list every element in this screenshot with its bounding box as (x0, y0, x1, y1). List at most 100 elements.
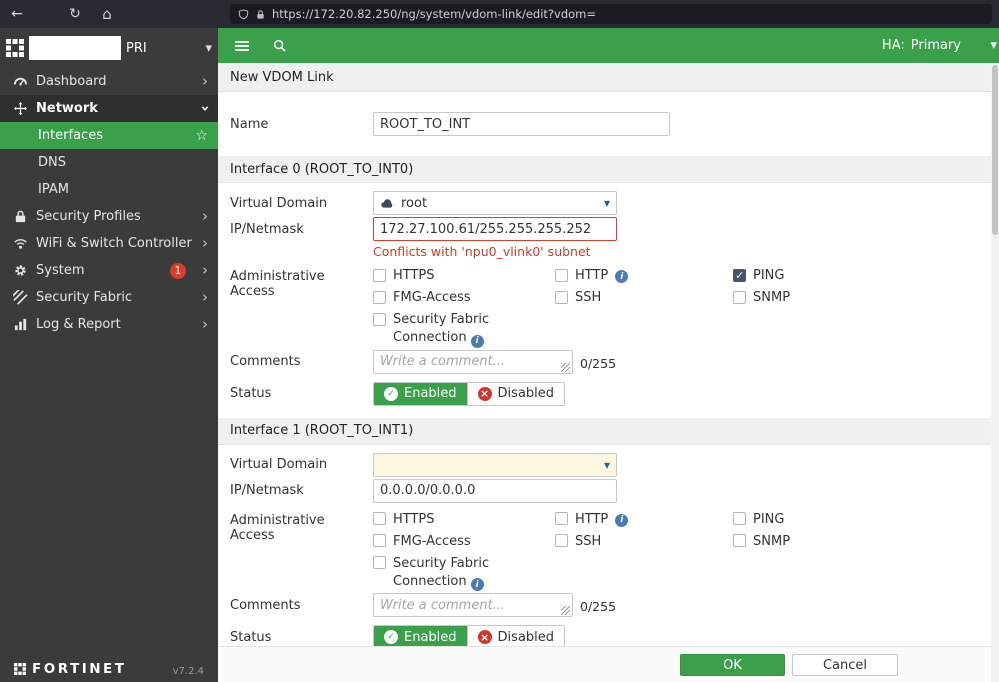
https-checkbox[interactable] (373, 512, 386, 525)
virtual-domain-select-1[interactable] (373, 452, 617, 477)
security-fabric-checkbox[interactable] (373, 312, 386, 326)
chevron-right-icon (202, 74, 208, 89)
search-icon[interactable] (272, 38, 287, 53)
snmp-checkbox[interactable] (733, 534, 746, 547)
firmware-version: v7.2.4 (172, 666, 204, 677)
fmg-access-checkbox[interactable] (373, 534, 386, 547)
scrollbar-thumb[interactable] (992, 65, 998, 235)
status-disabled-button[interactable]: Disabled (466, 382, 565, 405)
status-toggle-0: Enabled Disabled (373, 381, 566, 406)
ok-button[interactable]: OK (680, 654, 785, 676)
fmg-access-label: FMG-Access (393, 290, 471, 305)
sidebar-item-label: Interfaces (38, 128, 103, 143)
comments-label: Comments (230, 597, 301, 613)
sidebar-item-network[interactable]: Network (0, 95, 218, 122)
url-text: https://172.20.82.250/ng/system/vdom-lin… (272, 7, 597, 21)
ssh-option[interactable]: SSH (555, 288, 733, 310)
info-icon[interactable] (470, 578, 484, 591)
sidebar-item-security-fabric[interactable]: Security Fabric (0, 284, 218, 311)
ping-checkbox[interactable] (733, 268, 746, 283)
home-icon[interactable] (96, 0, 118, 28)
status-enabled-button[interactable]: Enabled (374, 382, 467, 405)
fmg-access-option[interactable]: FMG-Access (373, 288, 555, 310)
security-fabric-option[interactable]: Security Fabric Connection (373, 310, 555, 348)
snmp-option[interactable]: SNMP (733, 532, 790, 554)
sidebar-item-log-report[interactable]: Log & Report (0, 311, 218, 338)
https-option[interactable]: HTTPS (373, 266, 555, 288)
fmg-access-checkbox[interactable] (373, 290, 386, 304)
chevron-right-icon (202, 263, 208, 278)
ping-checkbox[interactable] (733, 512, 746, 525)
sidebar-item-label: Network (36, 101, 98, 116)
sidebar-item-system[interactable]: System 1 (0, 257, 218, 284)
sidebar-logo-row[interactable]: PRI (0, 28, 218, 68)
info-icon[interactable] (615, 513, 629, 527)
ssh-option[interactable]: SSH (555, 532, 733, 554)
http-option[interactable]: HTTP (555, 510, 733, 532)
sidebar-item-ipam[interactable]: IPAM (0, 176, 218, 203)
ping-option[interactable]: PING (733, 510, 790, 532)
hostname-suffix: PRI (126, 40, 147, 56)
comments-counter: 0/255 (580, 355, 617, 371)
snmp-option[interactable]: SNMP (733, 288, 790, 310)
status-enabled-button[interactable]: Enabled (374, 626, 467, 648)
snmp-checkbox[interactable] (733, 290, 746, 304)
ip-netmask-label: IP/Netmask (230, 483, 304, 498)
https-checkbox[interactable] (373, 268, 386, 282)
url-bar[interactable]: https://172.20.82.250/ng/system/vdom-lin… (230, 4, 992, 24)
status-label: Status (230, 629, 272, 645)
sidebar-footer: FORTINET v7.2.4 (0, 661, 218, 677)
ping-label: PING (753, 268, 785, 283)
virtual-domain-select-0[interactable]: root (373, 191, 617, 215)
ha-status[interactable]: HA: Primary (882, 38, 961, 53)
ip-netmask-row-0: IP/Netmask (218, 217, 991, 241)
status-disabled-button[interactable]: Disabled (466, 626, 565, 648)
http-checkbox[interactable] (555, 512, 568, 525)
ping-option[interactable]: PING (733, 266, 790, 288)
info-icon[interactable] (615, 270, 629, 283)
http-label: HTTP (575, 511, 609, 527)
comments-input-0[interactable] (373, 349, 573, 374)
sidebar-item-label: DNS (38, 155, 66, 170)
sidebar-item-dashboard[interactable]: Dashboard (0, 68, 218, 95)
http-checkbox[interactable] (555, 268, 568, 282)
http-option[interactable]: HTTP (555, 266, 733, 288)
sidebar-item-label: Security Profiles (36, 209, 141, 224)
dropdown-caret-icon (604, 196, 610, 210)
https-option[interactable]: HTTPS (373, 510, 555, 532)
cancel-button[interactable]: Cancel (792, 654, 898, 676)
ip-netmask-input-0[interactable] (373, 217, 617, 241)
form-action-footer: OK Cancel (218, 646, 991, 682)
https-label: HTTPS (393, 268, 435, 283)
security-fabric-option[interactable]: Security Fabric Connection (373, 554, 555, 591)
sidebar-item-security-profiles[interactable]: Security Profiles (0, 203, 218, 230)
status-label: Status (230, 386, 272, 401)
sidebar-item-dns[interactable]: DNS (0, 149, 218, 176)
fmg-access-option[interactable]: FMG-Access (373, 532, 555, 554)
security-fabric-checkbox[interactable] (373, 556, 386, 569)
back-icon[interactable] (6, 0, 28, 28)
chevron-right-icon (202, 209, 208, 224)
fortigate-logo-icon (6, 39, 24, 57)
page-title: New VDOM Link (230, 69, 334, 85)
ssh-label: SSH (575, 290, 602, 305)
name-row: Name (218, 112, 991, 136)
name-input[interactable] (373, 112, 670, 136)
chevron-down-icon[interactable] (990, 38, 997, 53)
refresh-icon[interactable] (64, 0, 86, 28)
star-icon[interactable] (195, 129, 208, 143)
info-icon[interactable] (470, 334, 484, 348)
comments-input-1[interactable] (373, 593, 573, 617)
bar-chart-icon (12, 317, 28, 332)
sidebar-item-wifi-switch[interactable]: WiFi & Switch Controller (0, 230, 218, 257)
http-label: HTTP (575, 268, 609, 283)
virtual-domain-value: root (401, 195, 428, 211)
sidebar-item-interfaces[interactable]: Interfaces (0, 122, 218, 149)
chevron-down-icon[interactable] (205, 41, 212, 56)
sidebar-item-label: Security Fabric (36, 290, 133, 305)
ip-netmask-input-1[interactable] (373, 478, 617, 503)
scrollbar[interactable] (991, 63, 999, 682)
menu-toggle-icon[interactable] (234, 38, 250, 54)
ssh-checkbox[interactable] (555, 534, 568, 547)
ssh-checkbox[interactable] (555, 290, 568, 304)
